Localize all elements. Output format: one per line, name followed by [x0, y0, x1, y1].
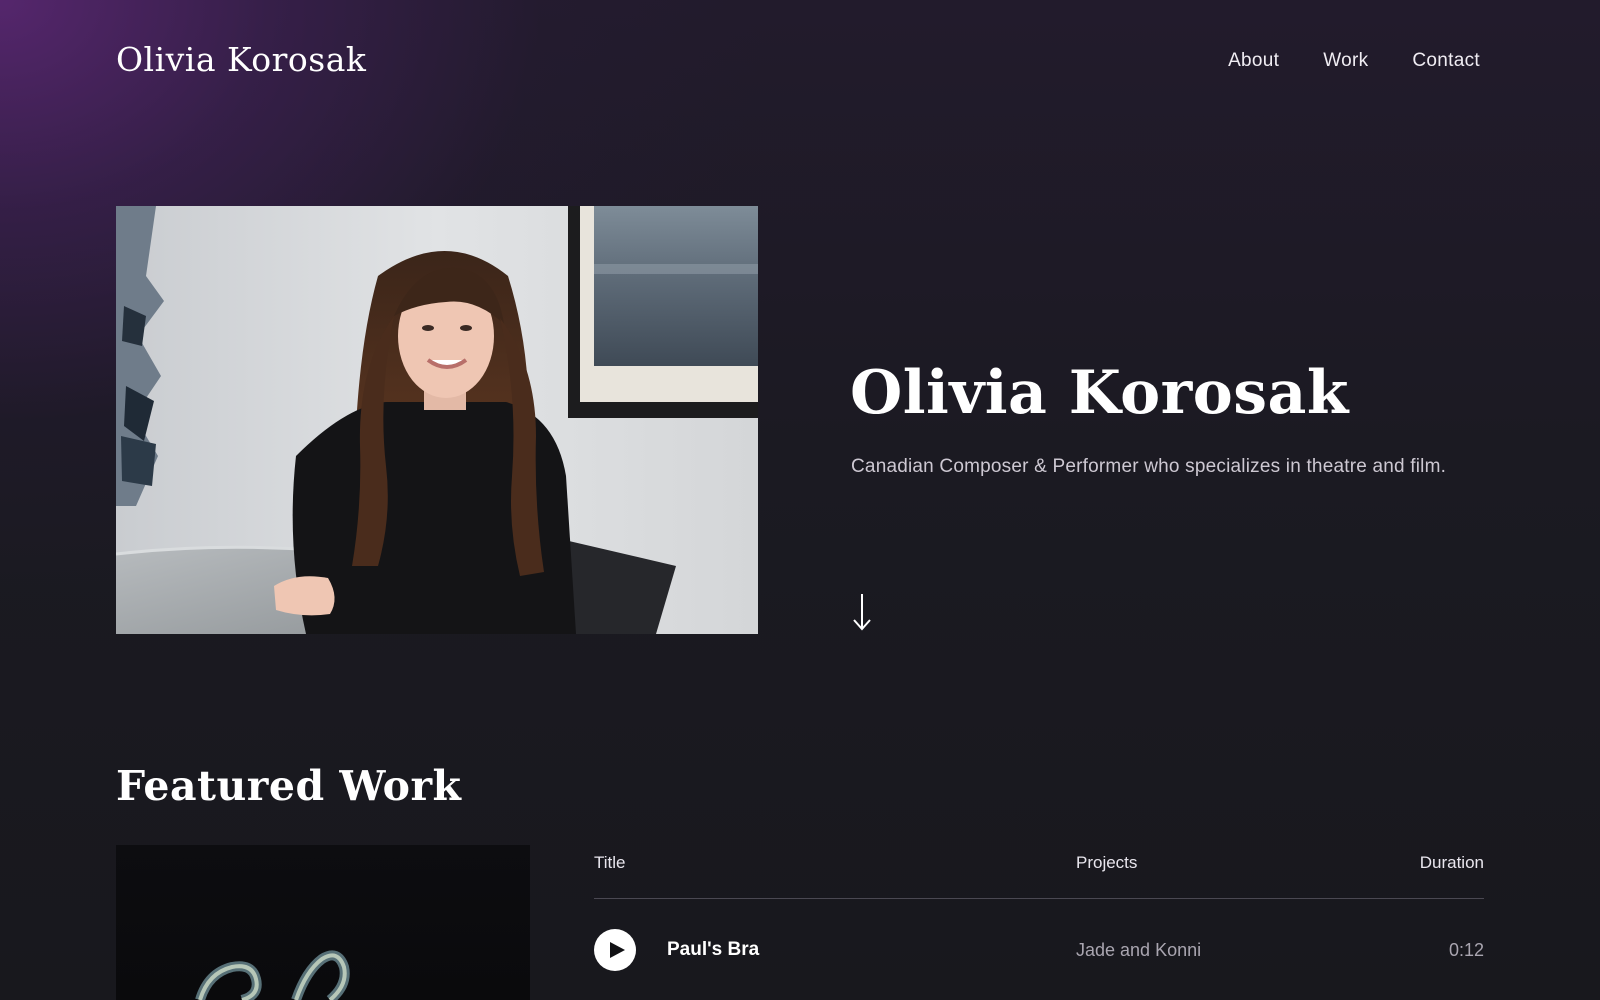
- neon-sign-illustration: [195, 950, 350, 1000]
- table-row[interactable]: Paul's Bra Jade and Konni 0:12: [594, 899, 1484, 999]
- track-table-header: Title Projects Duration: [594, 845, 1484, 899]
- brand-logo-link[interactable]: Olivia Korosak: [116, 40, 366, 79]
- nav-link-work[interactable]: Work: [1323, 50, 1368, 72]
- portrait-illustration: [116, 206, 758, 634]
- arrow-down-icon[interactable]: [850, 592, 874, 632]
- track-project: Jade and Konni: [1076, 940, 1202, 960]
- column-header-title: Title: [594, 853, 626, 872]
- hero-portrait-photo: [116, 206, 758, 634]
- play-icon: [609, 942, 625, 958]
- main-nav: About Work Contact: [1228, 50, 1480, 72]
- column-header-duration: Duration: [1419, 853, 1484, 872]
- featured-work-heading: Featured Work: [116, 762, 462, 810]
- column-header-projects: Projects: [1076, 853, 1138, 872]
- nav-link-about[interactable]: About: [1228, 50, 1279, 72]
- track-table: Title Projects Duration Paul's Bra Jade …: [594, 845, 1484, 999]
- hero-subtitle: Canadian Composer & Performer who specia…: [851, 456, 1447, 477]
- nav-link-contact[interactable]: Contact: [1412, 50, 1480, 72]
- hero-title: Olivia Korosak: [850, 358, 1349, 428]
- site-header: Olivia Korosak About Work Contact: [0, 0, 1600, 124]
- arrow-down-icon-graphic: [853, 594, 871, 631]
- track-duration: 0:12: [1448, 940, 1484, 960]
- featured-work-thumbnail[interactable]: [116, 845, 530, 1000]
- play-button[interactable]: [594, 929, 636, 971]
- track-title: Paul's Bra: [667, 939, 760, 960]
